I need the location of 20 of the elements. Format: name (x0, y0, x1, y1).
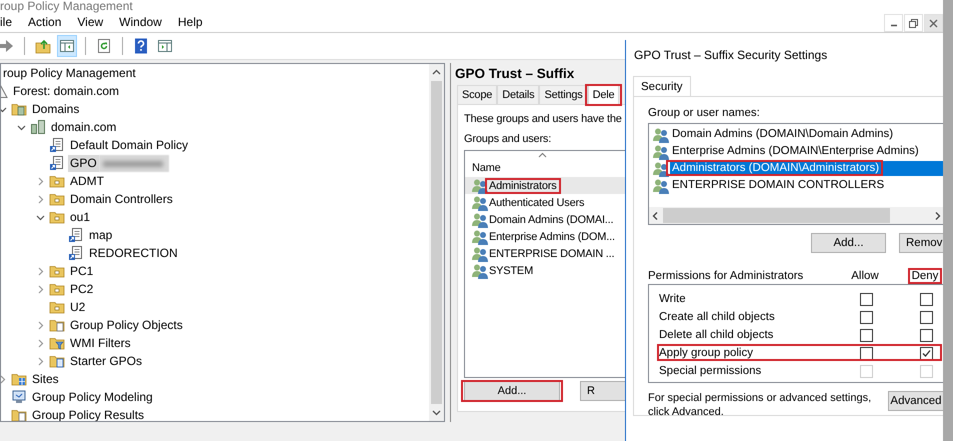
dialog-title: GPO Trust – Suffix Security Settings (633, 47, 828, 64)
list-label: Group or user names: (648, 106, 761, 121)
list-label: Groups and users: (464, 132, 552, 147)
permission-name: Apply group policy (658, 347, 754, 359)
column-header: Deny (908, 268, 942, 284)
user-group-name: SYSTEM (489, 264, 534, 276)
permission-name: Delete all child objects (658, 329, 774, 341)
user-group-name: Enterprise Admins (DOM... (489, 230, 615, 242)
column-header: Allow (850, 268, 880, 284)
permission-name: Create all child objects (658, 311, 776, 323)
permissions-label: Permissions for Administrators (648, 270, 804, 282)
user-group-name: ENTERPRISE DOMAIN ... (489, 248, 614, 260)
user-group-name: Authenticated Users (489, 196, 584, 208)
description-text: These groups and users have the (464, 112, 623, 127)
user-group-name: Domain Admins (DOMAI... (489, 214, 614, 226)
permission-name: Special permissions (658, 365, 762, 377)
gpo-title: GPO Trust – Suffix (455, 65, 576, 83)
advanced-note: For special permissions or advanced settings, click Advanced. (648, 391, 872, 419)
permission-name: Write (658, 293, 687, 305)
user-group-name: Administrators (489, 180, 556, 192)
